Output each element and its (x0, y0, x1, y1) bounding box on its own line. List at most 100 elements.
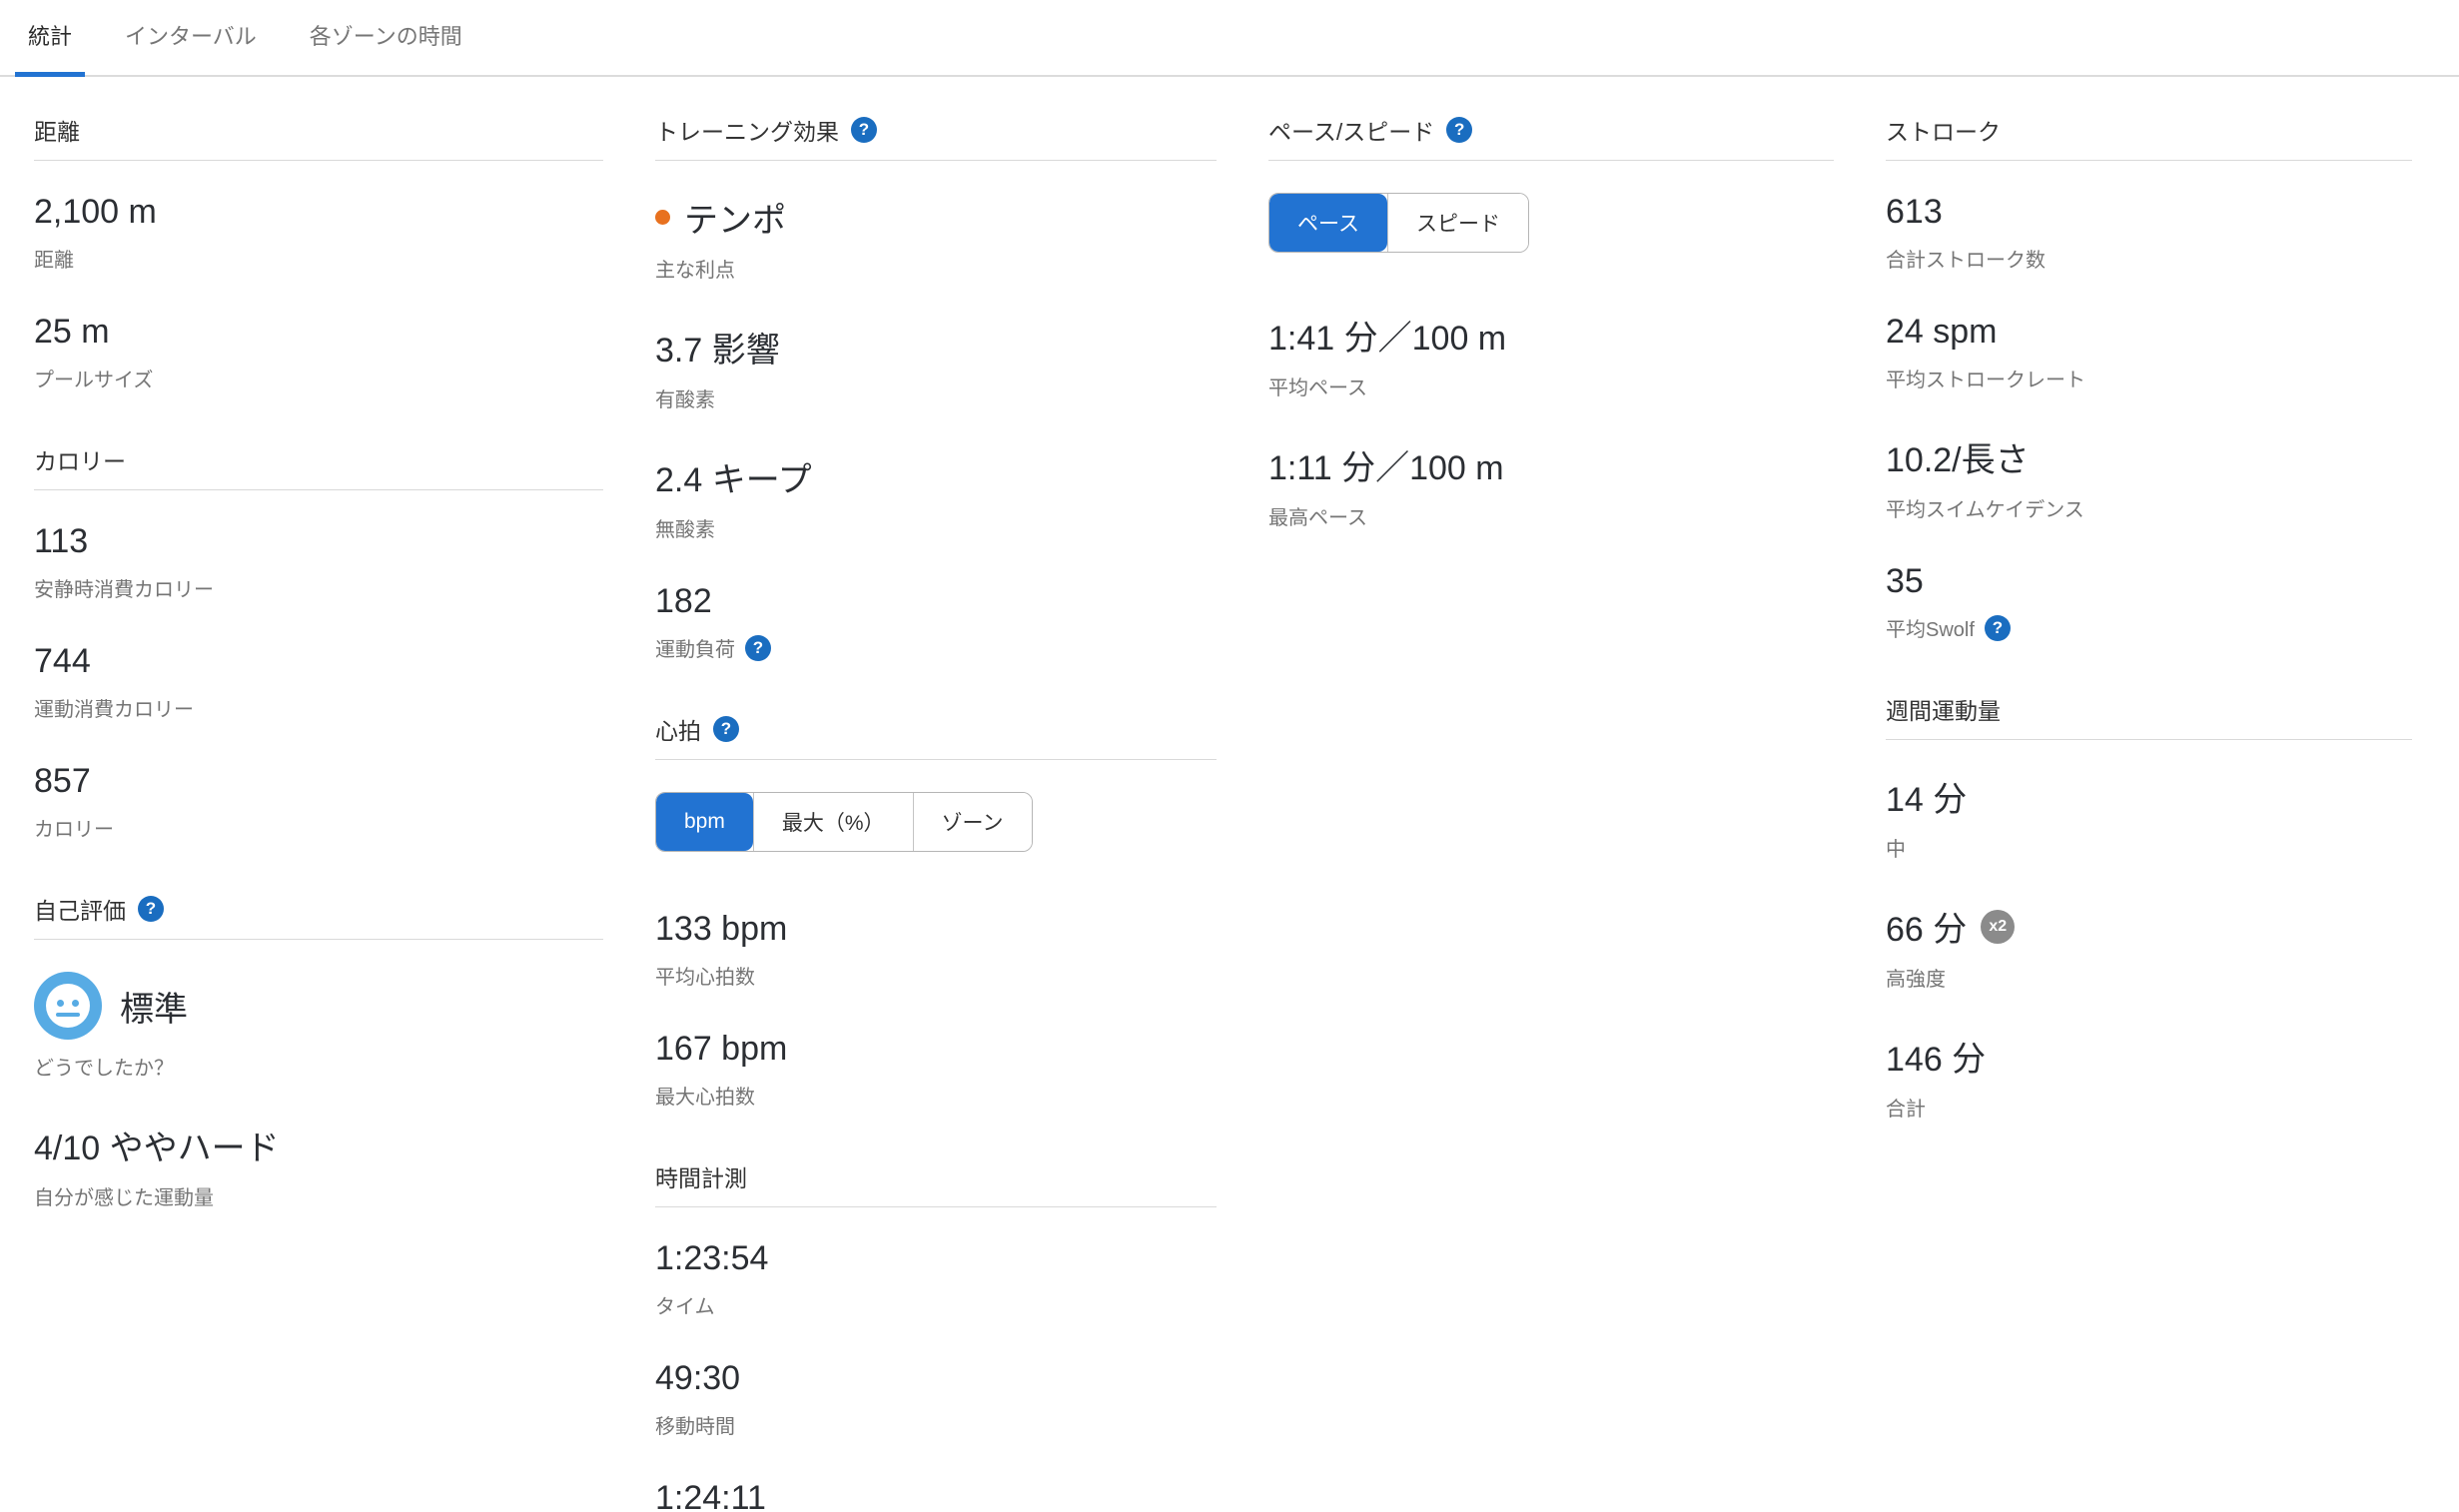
stat-total-distance: 2,100 m 距離 (34, 193, 603, 273)
stat-exercise-load: 182 運動負荷 ? (655, 582, 1217, 662)
tab-intervals[interactable]: インターバル (112, 19, 270, 75)
help-icon[interactable]: ? (713, 716, 739, 742)
column-4: ストローク 613 合計ストローク数 24 spm 平均ストロークレート 10.… (1886, 113, 2412, 1171)
column-2: トレーニング効果 ? テンポ 主な利点 3.7 影響 有酸素 2.4 キープ 無… (655, 113, 1217, 1512)
stat-avg-swim-cadence: 10.2/長さ 平均スイムケイデンス (1886, 432, 2412, 522)
section-timing: 時間計測 1:23:54 タイム 49:30 移動時間 1:24:11 経過時間 (655, 1159, 1217, 1512)
stat-value: 167 bpm (655, 1030, 1217, 1069)
section-heart-rate: 心拍 ? bpm 最大（%） ゾーン 133 bpm 平均心拍数 167 bpm… (655, 712, 1217, 1110)
section-weekly-intensity: 週間運動量 14 分 中 66 分 x2 高強度 146 分 合計 (1886, 692, 2412, 1122)
toggle-speed[interactable]: スピード (1387, 194, 1528, 252)
benefit-dot-icon (655, 210, 670, 225)
stat-label: 運動負荷 (655, 633, 735, 662)
stat-value: テンポ (684, 193, 786, 242)
stat-value: 613 (1886, 193, 2412, 232)
stat-value: 1:11 分／100 m (1268, 440, 1834, 489)
stats-tab-bar: 統計 インターバル 各ゾーンの時間 (0, 0, 2459, 77)
neutral-face-icon (34, 972, 102, 1040)
section-title-self-evaluation: 自己評価 (34, 892, 126, 926)
stat-total-calories: 857 カロリー (34, 762, 603, 842)
stat-moderate-minutes: 14 分 中 (1886, 772, 2412, 862)
help-icon[interactable]: ? (138, 896, 164, 922)
stat-label: 高強度 (1886, 963, 2412, 992)
toggle-max-percent[interactable]: 最大（%） (753, 793, 913, 851)
stat-value: 66 分 (1886, 902, 1967, 951)
stat-label: どうでしたか？ (34, 1052, 603, 1081)
stat-value: 113 (34, 522, 603, 561)
stat-label: 無酸素 (655, 513, 1217, 542)
stat-label: 平均ストロークレート (1886, 364, 2412, 392)
stat-value: 標準 (120, 982, 188, 1031)
help-icon[interactable]: ? (745, 635, 771, 661)
stat-value: 1:23:54 (655, 1239, 1217, 1278)
toggle-zone[interactable]: ゾーン (913, 793, 1032, 851)
stat-feeling: 標準 どうでしたか？ (34, 972, 603, 1081)
stat-value: 857 (34, 762, 603, 801)
stat-value: 25 m (34, 313, 603, 352)
section-title-heart-rate: 心拍 (655, 712, 701, 746)
stat-label: プールサイズ (34, 364, 603, 392)
help-icon[interactable]: ? (1985, 615, 2011, 641)
stat-anaerobic-effect: 2.4 キープ 無酸素 (655, 452, 1217, 542)
section-calories: カロリー 113 安静時消費カロリー 744 運動消費カロリー 857 カロリー (34, 442, 603, 842)
stat-vigorous-minutes: 66 分 x2 高強度 (1886, 902, 2412, 992)
section-title-calories: カロリー (34, 442, 126, 476)
tab-time-in-zones[interactable]: 各ゾーンの時間 (297, 19, 475, 75)
section-title-timing: 時間計測 (655, 1159, 747, 1193)
stat-value: 35 (1886, 562, 2412, 601)
stat-label: 中 (1886, 833, 2412, 862)
stat-avg-heart-rate: 133 bpm 平均心拍数 (655, 910, 1217, 990)
section-strokes: ストローク 613 合計ストローク数 24 spm 平均ストロークレート 10.… (1886, 113, 2412, 642)
stat-avg-pace: 1:41 分／100 m 平均ペース (1268, 311, 1834, 400)
stat-value: 182 (655, 582, 1217, 621)
tab-stats[interactable]: 統計 (15, 19, 85, 75)
stat-time: 1:23:54 タイム (655, 1239, 1217, 1319)
stat-value: 49:30 (655, 1359, 1217, 1398)
stat-resting-calories: 113 安静時消費カロリー (34, 522, 603, 602)
stat-perceived-effort: 4/10 ややハード 自分が感じた運動量 (34, 1121, 603, 1210)
stat-label: 運動消費カロリー (34, 693, 603, 722)
stat-label: 移動時間 (655, 1410, 1217, 1439)
section-title-weekly-intensity: 週間運動量 (1886, 692, 2001, 726)
stats-content: 距離 2,100 m 距離 25 m プールサイズ カロリー 113 安静時消費… (0, 77, 2459, 1512)
stat-label: カロリー (34, 813, 603, 842)
stat-value: 2.4 キープ (655, 452, 1217, 501)
stat-value: 10.2/長さ (1886, 432, 2412, 481)
stat-value: 2,100 m (34, 193, 603, 232)
help-icon[interactable]: ? (1446, 117, 1472, 143)
help-icon[interactable]: ? (851, 117, 877, 143)
stat-label: 安静時消費カロリー (34, 573, 603, 602)
column-3: ペース/スピード ? ペース スピード 1:41 分／100 m 平均ペース 1… (1268, 113, 1834, 580)
stat-label: 距離 (34, 244, 603, 273)
multiplier-badge: x2 (1981, 910, 2015, 944)
toggle-bpm[interactable]: bpm (656, 793, 753, 851)
stat-value: 14 分 (1886, 772, 2412, 821)
stat-value: 3.7 影響 (655, 323, 1217, 372)
stat-label: タイム (655, 1290, 1217, 1319)
column-1: 距離 2,100 m 距離 25 m プールサイズ カロリー 113 安静時消費… (34, 113, 603, 1260)
toggle-pace[interactable]: ペース (1269, 194, 1387, 252)
stat-label: 平均スイムケイデンス (1886, 493, 2412, 522)
stat-max-heart-rate: 167 bpm 最大心拍数 (655, 1030, 1217, 1110)
stat-active-calories: 744 運動消費カロリー (34, 642, 603, 722)
stat-total-strokes: 613 合計ストローク数 (1886, 193, 2412, 273)
stat-moving-time: 49:30 移動時間 (655, 1359, 1217, 1439)
stat-elapsed-time: 1:24:11 経過時間 (655, 1479, 1217, 1512)
section-title-pace-speed: ペース/スピード (1268, 113, 1434, 147)
stat-value: 133 bpm (655, 910, 1217, 949)
stat-label: 最大心拍数 (655, 1081, 1217, 1110)
stat-best-pace: 1:11 分／100 m 最高ペース (1268, 440, 1834, 530)
section-title-strokes: ストローク (1886, 113, 2001, 147)
stat-total-minutes: 146 分 合計 (1886, 1032, 2412, 1122)
stat-value: 1:24:11 (655, 1479, 1217, 1512)
stat-label: 最高ペース (1268, 501, 1834, 530)
section-training-effect: トレーニング効果 ? テンポ 主な利点 3.7 影響 有酸素 2.4 キープ 無… (655, 113, 1217, 662)
section-title-distance: 距離 (34, 113, 80, 147)
stat-pool-size: 25 m プールサイズ (34, 313, 603, 392)
section-pace-speed: ペース/スピード ? ペース スピード 1:41 分／100 m 平均ペース 1… (1268, 113, 1834, 530)
stat-value: 744 (34, 642, 603, 681)
stat-primary-benefit: テンポ 主な利点 (655, 193, 1217, 283)
stat-value: 146 分 (1886, 1032, 2412, 1081)
stat-avg-stroke-rate: 24 spm 平均ストロークレート (1886, 313, 2412, 392)
stat-label: 主な利点 (655, 254, 1217, 283)
